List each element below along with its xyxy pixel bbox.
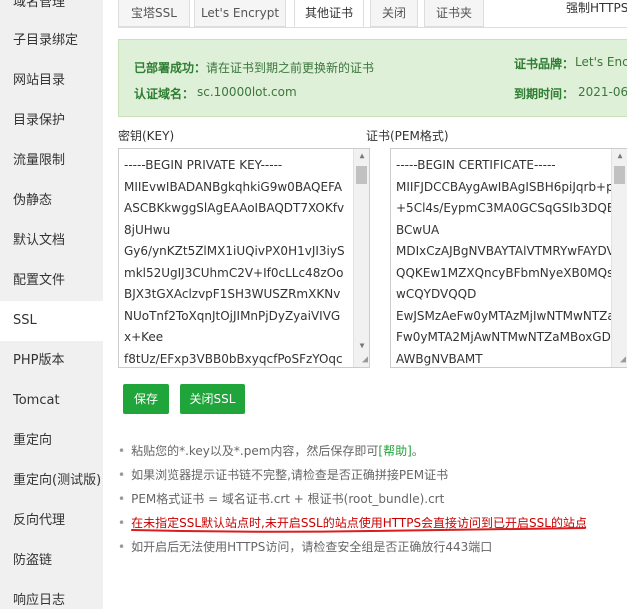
sidebar: 域名管理 子目录绑定 网站目录 目录保护 流量限制 伪静态 默认文档 配置文件 … [0,0,103,609]
sidebar-item-default-document[interactable]: 默认文档 [0,221,103,261]
note-text: 如果浏览器提示证书链不完整,请检查是否正确拼接PEM证书 [131,468,449,482]
cert-field-label: 证书(PEM格式) [366,129,449,143]
bullet-icon: • [118,516,126,530]
bullet-icon: • [118,444,126,458]
bullet-icon: • [118,492,126,506]
sidebar-item-reverse-proxy[interactable]: 反向代理 [0,501,103,541]
sidebar-item-redirect-beta[interactable]: 重定向(测试版) [0,461,103,501]
domain-value: sc.10000lot.com [197,85,297,99]
red-underline-annotation [131,527,586,533]
tab-certificate-folder[interactable]: 证书夹 [424,0,484,27]
brand-value: Let's Encr [575,55,627,69]
resize-grip-icon[interactable]: ◢ [356,354,368,366]
brand-label: 证书品牌： [514,57,575,71]
note-text: PEM格式证书 = 域名证书.crt + 根证书(root_bundle).cr… [131,492,445,506]
scroll-up-arrow-icon[interactable]: ▲ [354,149,369,163]
scroll-up-arrow-icon[interactable]: ▲ [612,149,627,163]
help-link[interactable]: [帮助] [378,444,411,458]
note-item: • 粘贴您的*.key以及*.pem内容，然后保存即可[帮助]。 [118,443,424,465]
expiry-value: 2021-06 [578,85,627,99]
tab-bt-ssl[interactable]: 宝塔SSL [118,0,190,27]
force-https-toggle-label[interactable]: 强制HTTPS [566,0,627,20]
note-item: • 如开启后无法使用HTTPS访问，请检查安全组是否正确放行443端口 [118,539,492,561]
key-field-label: 密钥(KEY) [118,129,175,143]
sidebar-item-response-log[interactable]: 响应日志 [0,581,103,609]
bullet-icon: • [118,540,126,554]
sidebar-item-hotlink-protection[interactable]: 防盗链 [0,541,103,581]
resize-grip-icon[interactable]: ◢ [614,354,626,366]
status-text: 请在证书到期之前更换新的证书 [206,61,375,75]
cert-scrollbar[interactable]: ▲ [611,149,627,367]
note-text: 如开启后无法使用HTTPS访问，请检查安全组是否正确放行443端口 [131,540,493,554]
bullet-icon: • [118,468,126,482]
status-label: 已部署成功： [134,61,207,75]
domain-label: 认证域名： [134,87,195,101]
expiry-label: 到期时间： [514,87,575,101]
sidebar-item-rewrite[interactable]: 伪静态 [0,181,103,221]
cert-scroll-thumb[interactable] [614,166,625,184]
save-button[interactable]: 保存 [123,384,169,414]
sidebar-item-traffic-limit[interactable]: 流量限制 [0,141,103,181]
close-ssl-button[interactable]: 关闭SSL [180,384,245,414]
tab-close[interactable]: 关闭 [370,0,418,27]
sidebar-item-site-directory[interactable]: 网站目录 [0,61,103,101]
tab-lets-encrypt[interactable]: Let's Encrypt [194,0,286,27]
sidebar-item-tomcat[interactable]: Tomcat [0,381,103,421]
sidebar-item-php-version[interactable]: PHP版本 [0,341,103,381]
sidebar-item-config-file[interactable]: 配置文件 [0,261,103,301]
sidebar-item-domain-management[interactable]: 域名管理 [0,0,103,23]
tabs-divider [118,27,627,28]
private-key-content[interactable]: -----BEGIN PRIVATE KEY----- MIIEvwIBADAN… [119,149,369,367]
private-key-textarea[interactable]: -----BEGIN PRIVATE KEY----- MIIEvwIBADAN… [118,148,370,368]
key-scrollbar[interactable]: ▲ ▼ [353,149,369,367]
note-item: • PEM格式证书 = 域名证书.crt + 根证书(root_bundle).c… [118,491,444,513]
certificate-content[interactable]: -----BEGIN CERTIFICATE----- MIIFJDCCBAyg… [391,149,627,367]
note-item: • 如果浏览器提示证书链不完整,请检查是否正确拼接PEM证书 [118,467,448,489]
scroll-down-arrow-icon[interactable]: ▼ [354,339,369,353]
sidebar-item-ssl[interactable]: SSL [0,301,103,341]
key-scroll-thumb[interactable] [356,166,367,184]
certificate-textarea[interactable]: -----BEGIN CERTIFICATE----- MIIFJDCCBAyg… [390,148,627,368]
tab-other-certificate[interactable]: 其他证书 [294,0,364,27]
note-text: 粘贴您的*.key以及*.pem内容，然后保存即可 [131,444,379,458]
deployment-status-panel [118,39,627,117]
note-suffix: 。 [411,444,424,458]
sidebar-item-directory-protection[interactable]: 目录保护 [0,101,103,141]
sidebar-item-subdirectory-binding[interactable]: 子目录绑定 [0,21,103,61]
sidebar-item-redirect[interactable]: 重定向 [0,421,103,461]
